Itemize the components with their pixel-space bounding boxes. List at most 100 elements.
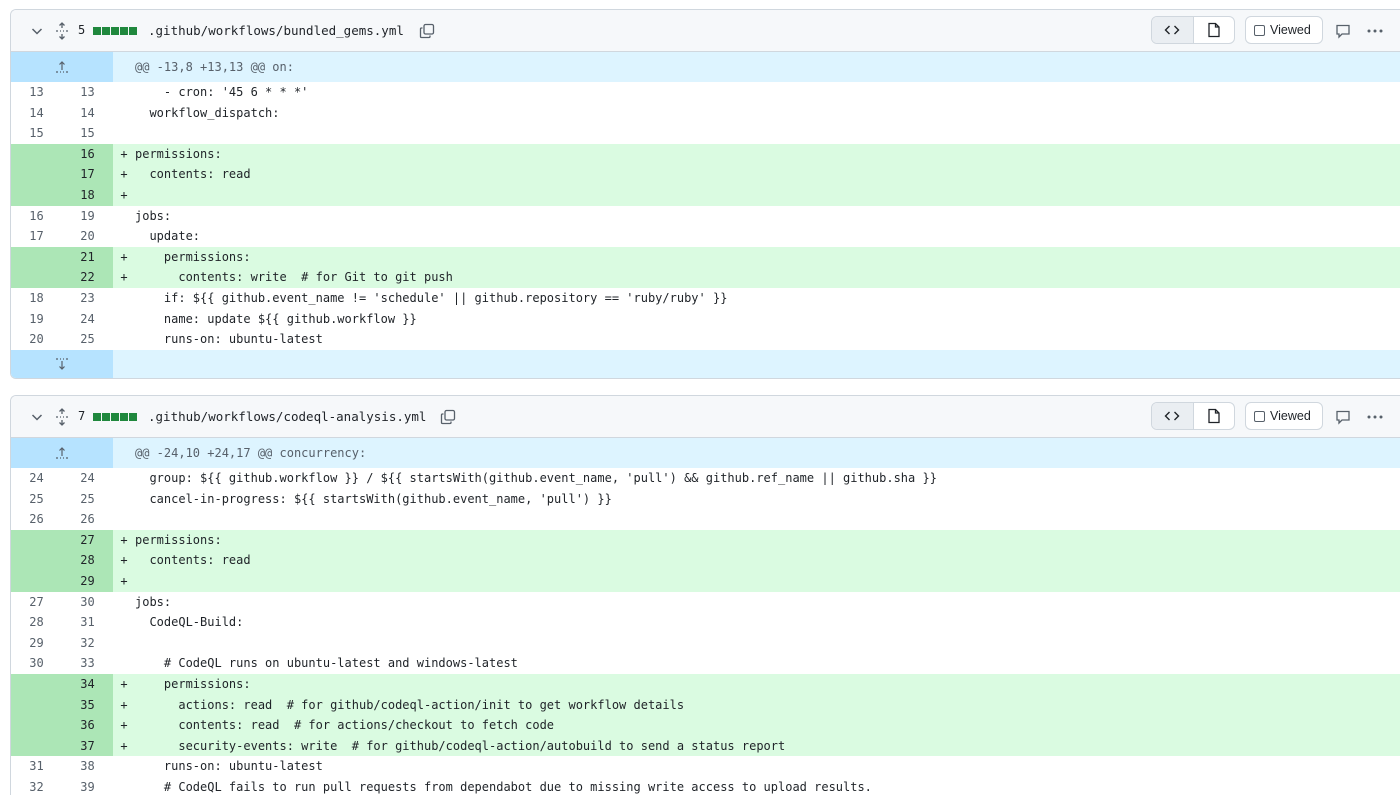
expand-up-button[interactable] [11,438,113,468]
new-line-number[interactable]: 39 [62,777,113,795]
new-line-number[interactable]: 28 [62,550,113,571]
code-view-button[interactable] [1152,17,1194,43]
old-line-number[interactable] [11,267,62,288]
hunk-header: @@ -13,8 +13,13 @@ on: [11,52,1400,82]
file-name[interactable]: .github/workflows/codeql-analysis.yml [148,409,426,424]
unfold-icon[interactable] [54,22,70,40]
file-name[interactable]: .github/workflows/bundled_gems.yml [148,23,404,38]
old-line-number[interactable] [11,570,62,592]
new-line-number[interactable]: 33 [62,653,113,674]
code-icon [1164,411,1180,421]
comment-icon[interactable] [1335,409,1351,425]
old-line-number[interactable]: 16 [11,206,62,227]
new-line-number[interactable]: 24 [62,468,113,489]
copy-icon[interactable] [440,409,456,425]
viewed-checkbox[interactable]: Viewed [1245,402,1323,430]
expand-down-icon [56,358,68,371]
added-line: 35 + actions: read # for github/codeql-ac… [11,694,1400,716]
old-line-number[interactable]: 32 [11,777,62,795]
new-line-number[interactable]: 21 [62,246,113,268]
old-line-number[interactable] [11,735,62,757]
new-line-number[interactable]: 37 [62,735,113,757]
comment-icon[interactable] [1335,23,1351,39]
old-line-number[interactable]: 17 [11,226,62,247]
old-line-number[interactable] [11,715,62,736]
new-line-number[interactable]: 35 [62,694,113,716]
diff-marker [113,288,135,309]
old-line-number[interactable] [11,673,62,695]
old-line-number[interactable]: 20 [11,329,62,350]
old-line-number[interactable] [11,184,62,206]
code-text: actions: read # for github/codeql-action… [135,694,1400,716]
new-line-number[interactable]: 15 [62,123,113,144]
code-text: group: ${{ github.workflow }} / ${{ star… [135,471,937,485]
diff-marker [113,468,135,489]
new-line-number[interactable]: 36 [62,715,113,736]
old-line-number[interactable] [11,246,62,268]
old-line-number[interactable]: 30 [11,653,62,674]
new-line-number[interactable]: 25 [62,489,113,510]
expand-up-button[interactable] [11,52,113,82]
code-view-button[interactable] [1152,403,1194,429]
new-line-number[interactable]: 23 [62,288,113,309]
old-line-number[interactable]: 27 [11,592,62,613]
chevron-down-icon[interactable] [29,23,45,39]
expand-up-icon [56,447,68,459]
new-line-number[interactable]: 24 [62,309,113,330]
old-line-number[interactable]: 25 [11,489,62,510]
file-header: 7 .github/workflows/codeql-analysis.yml … [11,396,1400,438]
new-line-number[interactable]: 13 [62,82,113,103]
old-line-number[interactable] [11,694,62,716]
new-line-number[interactable]: 20 [62,226,113,247]
diff-marker [113,653,135,674]
old-line-number[interactable]: 24 [11,468,62,489]
new-line-number[interactable]: 26 [62,509,113,530]
old-line-number[interactable]: 18 [11,288,62,309]
rich-view-button[interactable] [1194,403,1235,429]
diff-marker: + [113,550,135,571]
new-line-number[interactable]: 22 [62,267,113,288]
old-line-number[interactable]: 13 [11,82,62,103]
copy-icon[interactable] [419,23,435,39]
old-line-number[interactable]: 29 [11,633,62,654]
view-toggle [1151,402,1235,430]
new-line-number[interactable]: 25 [62,329,113,350]
new-line-number[interactable]: 38 [62,756,113,777]
context-line: 13 13 - cron: '45 6 * * *' [11,82,1400,103]
context-line: 20 25 runs-on: ubuntu-latest [11,329,1400,350]
code-text: contents: read [135,550,1400,571]
kebab-icon[interactable] [1366,409,1384,425]
unfold-icon[interactable] [54,408,70,426]
new-line-number[interactable]: 17 [62,164,113,185]
added-line: 37 + security-events: write # for github/… [11,735,1400,757]
old-line-number[interactable]: 31 [11,756,62,777]
new-line-number[interactable]: 31 [62,612,113,633]
kebab-icon[interactable] [1366,23,1384,39]
new-line-number[interactable]: 18 [62,184,113,206]
diff-marker: + [113,267,135,288]
new-line-number[interactable]: 32 [62,633,113,654]
new-line-number[interactable]: 27 [62,529,113,551]
old-line-number[interactable]: 26 [11,509,62,530]
new-line-number[interactable]: 14 [62,103,113,124]
viewed-label: Viewed [1270,23,1311,37]
new-line-number[interactable]: 30 [62,592,113,613]
rich-view-button[interactable] [1194,17,1235,43]
diffstat-count: 5 [78,23,86,37]
expand-down-button[interactable] [11,349,113,378]
new-line-number[interactable]: 29 [62,570,113,592]
new-line-number[interactable]: 16 [62,143,113,165]
old-line-number[interactable]: 15 [11,123,62,144]
viewed-checkbox[interactable]: Viewed [1245,16,1323,44]
new-line-number[interactable]: 34 [62,673,113,695]
old-line-number[interactable] [11,529,62,551]
new-line-number[interactable]: 19 [62,206,113,227]
old-line-number[interactable] [11,164,62,185]
old-line-number[interactable] [11,143,62,165]
old-line-number[interactable]: 19 [11,309,62,330]
old-line-number[interactable] [11,550,62,571]
hunk-header-text: @@ -24,10 +24,17 @@ concurrency: [113,438,1400,468]
old-line-number[interactable]: 28 [11,612,62,633]
old-line-number[interactable]: 14 [11,103,62,124]
chevron-down-icon[interactable] [29,409,45,425]
